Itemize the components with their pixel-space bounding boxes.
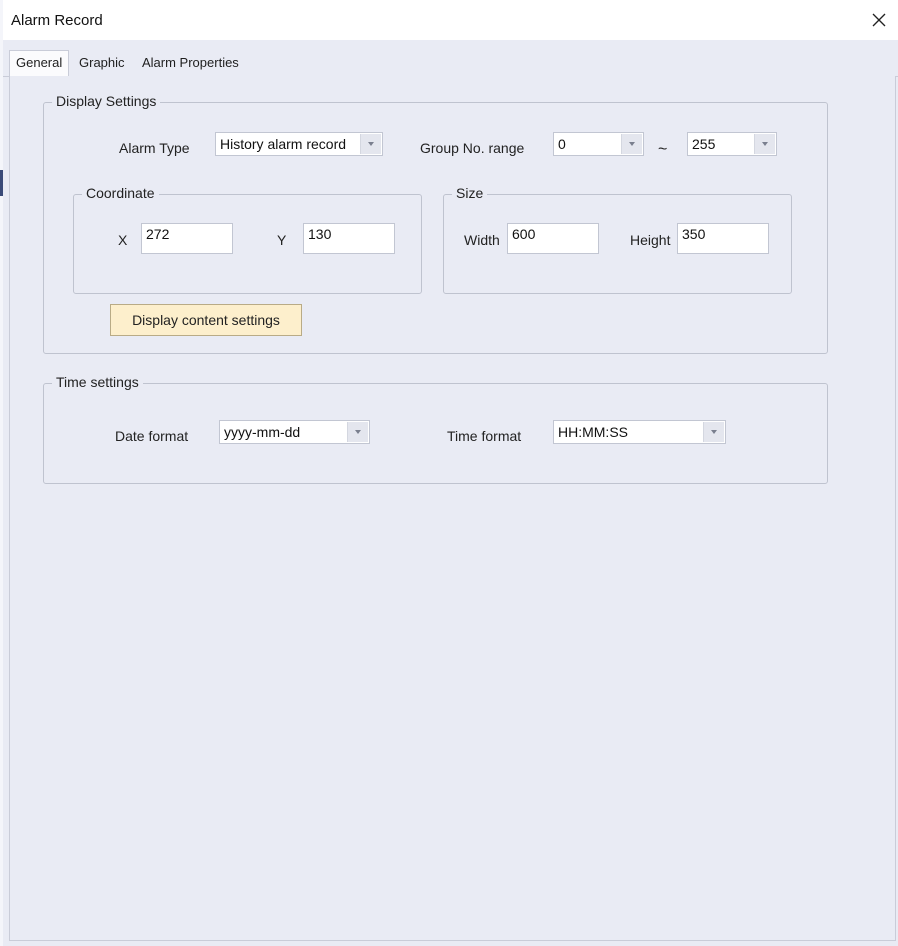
display-settings-legend: Display Settings	[52, 93, 161, 109]
display-content-settings-button[interactable]: Display content settings	[110, 304, 302, 336]
group-to-select[interactable]: 255	[687, 132, 777, 156]
size-group: Size Width Height	[443, 185, 792, 294]
width-label: Width	[464, 232, 500, 248]
close-button[interactable]	[864, 5, 894, 35]
x-label: X	[118, 232, 128, 248]
chevron-down-icon[interactable]	[347, 422, 368, 442]
y-input[interactable]	[303, 223, 395, 254]
time-format-value: HH:MM:SS	[558, 424, 628, 440]
general-tab-panel: Display Settings Alarm Type History alar…	[9, 76, 896, 941]
alarm-type-value: History alarm record	[220, 136, 347, 152]
x-input[interactable]	[141, 223, 233, 254]
window-title: Alarm Record	[11, 12, 103, 29]
time-settings-group: Time settings Date format yyyy-mm-dd Tim…	[43, 374, 828, 484]
tab-graphic[interactable]: Graphic	[73, 51, 131, 75]
date-format-label: Date format	[115, 428, 189, 444]
time-format-label: Time format	[447, 428, 522, 444]
y-label: Y	[277, 232, 287, 248]
date-format-value: yyyy-mm-dd	[224, 424, 301, 440]
tab-general[interactable]: General	[9, 50, 70, 77]
group-from-value: 0	[558, 136, 566, 152]
alarm-type-select[interactable]: History alarm record	[215, 132, 383, 156]
time-settings-legend: Time settings	[52, 374, 143, 390]
chevron-down-icon[interactable]	[754, 134, 775, 154]
chevron-down-icon[interactable]	[703, 422, 724, 442]
close-icon	[872, 13, 886, 27]
tab-bar: General Graphic Alarm Properties	[3, 40, 898, 77]
coordinate-group: Coordinate X Y	[73, 185, 422, 294]
size-legend: Size	[452, 185, 488, 201]
title-bar: Alarm Record	[3, 0, 898, 40]
group-from-select[interactable]: 0	[553, 132, 644, 156]
chevron-down-icon[interactable]	[621, 134, 642, 154]
height-input[interactable]	[677, 223, 769, 254]
height-label: Height	[630, 232, 671, 248]
range-separator: ~	[658, 141, 668, 158]
alarm-type-label: Alarm Type	[119, 140, 190, 156]
time-format-select[interactable]: HH:MM:SS	[553, 420, 726, 444]
date-format-select[interactable]: yyyy-mm-dd	[219, 420, 370, 444]
background-window-marker	[0, 170, 3, 196]
group-range-label: Group No. range	[420, 140, 525, 156]
width-input[interactable]	[507, 223, 599, 254]
chevron-down-icon[interactable]	[360, 134, 381, 154]
background-window-edge	[0, 0, 3, 946]
group-to-value: 255	[692, 136, 716, 152]
tab-alarm-properties[interactable]: Alarm Properties	[136, 51, 245, 75]
coordinate-legend: Coordinate	[82, 185, 159, 201]
